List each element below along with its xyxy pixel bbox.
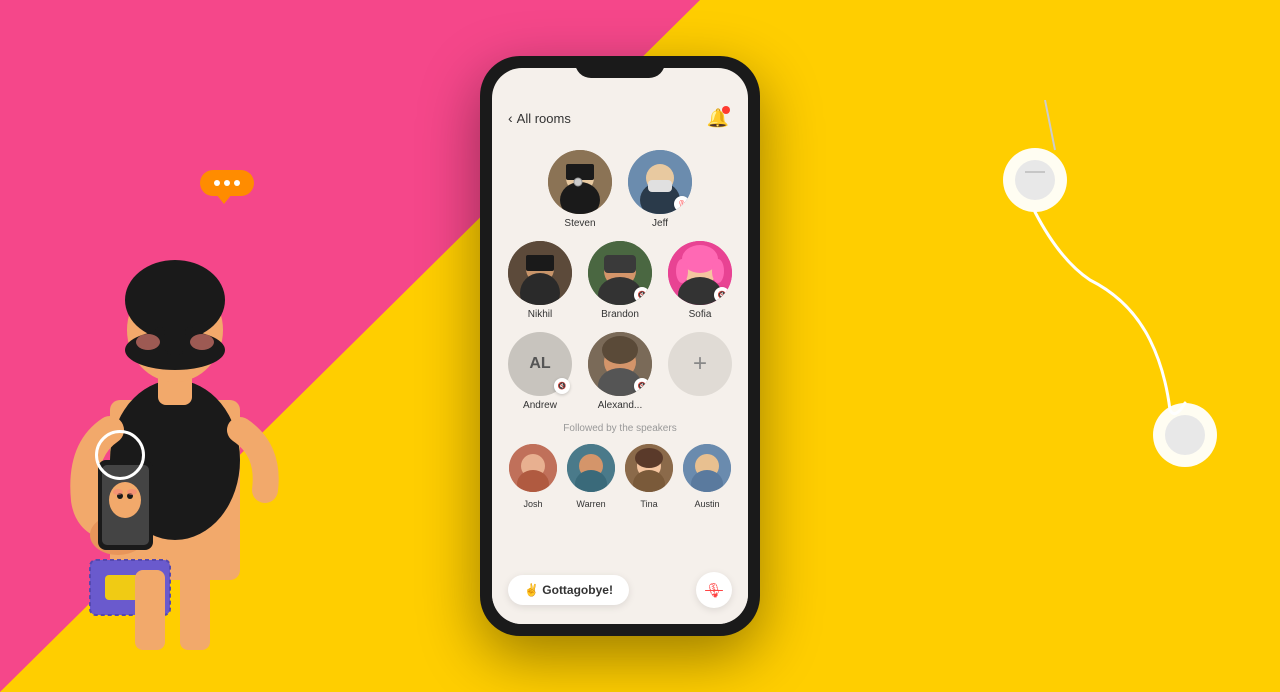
speaker-sofia[interactable]: 🔇 Sofia xyxy=(668,241,732,320)
follower-warren[interactable]: Warren xyxy=(567,444,615,509)
sofia-avatar: 🔇 xyxy=(668,241,732,305)
brandon-mic-badge: 🔇 xyxy=(634,287,650,303)
followers-row: Josh Warren xyxy=(504,444,736,509)
bottom-bar: ✌️ Gottagobye! 🎙 xyxy=(492,564,748,624)
back-button[interactable]: ‹ All rooms xyxy=(508,110,571,126)
josh-avatar xyxy=(509,444,557,492)
brandon-avatar: 🔇 xyxy=(588,241,652,305)
jeff-avatar: 🎙 xyxy=(628,150,692,214)
alex-avatar: 🔇 xyxy=(588,332,652,396)
phone-frame: ‹ All rooms 🔔 xyxy=(480,56,760,636)
andrew-label: Andrew xyxy=(523,400,557,411)
earphone-illustration xyxy=(970,100,1250,500)
back-arrow-icon: ‹ xyxy=(508,110,513,126)
steven-label: Steven xyxy=(564,218,595,229)
phone-notch xyxy=(575,56,665,78)
speaker-jeff[interactable]: 🎙 Jeff xyxy=(628,150,692,229)
austin-label: Austin xyxy=(694,499,719,509)
jeff-mic-badge: 🎙 xyxy=(674,196,690,212)
josh-label: Josh xyxy=(523,499,542,509)
mute-button[interactable]: 🎙 xyxy=(696,572,732,608)
mic-off-icon-brandon: 🔇 xyxy=(638,291,647,299)
app-content: ‹ All rooms 🔔 xyxy=(492,68,748,624)
follower-austin[interactable]: Austin xyxy=(683,444,731,509)
circle-decoration xyxy=(95,430,145,480)
mic-off-icon-sofia: 🔇 xyxy=(718,291,727,299)
speakers-row-2: Nikhil xyxy=(504,241,736,320)
tina-avatar xyxy=(625,444,673,492)
follower-tina[interactable]: Tina xyxy=(625,444,673,509)
nikhil-avatar xyxy=(508,241,572,305)
leave-button[interactable]: ✌️ Gottagobye! xyxy=(508,575,629,605)
add-icon: + xyxy=(668,332,732,396)
speakers-row-1: Steven xyxy=(504,150,736,229)
mic-off-icon-alex: 🔇 xyxy=(638,382,647,390)
followed-label: Followed by the speakers xyxy=(504,423,736,434)
notification-dot xyxy=(722,106,730,114)
brandon-label: Brandon xyxy=(601,309,639,320)
add-speaker-button[interactable]: + + xyxy=(668,332,732,411)
app-header: ‹ All rooms 🔔 xyxy=(492,96,748,142)
speaker-nikhil[interactable]: Nikhil xyxy=(508,241,572,320)
speaker-andrew[interactable]: AL 🔇 Andrew xyxy=(508,332,572,411)
alex-label: Alexand... xyxy=(598,400,642,411)
warren-label: Warren xyxy=(576,499,605,509)
tina-label: Tina xyxy=(640,499,657,509)
andrew-avatar: AL 🔇 xyxy=(508,332,572,396)
andrew-mic-badge: 🔇 xyxy=(554,378,570,394)
warren-avatar xyxy=(567,444,615,492)
follower-josh[interactable]: Josh xyxy=(509,444,557,509)
mic-off-icon: 🎙 xyxy=(677,200,687,209)
person-illustration xyxy=(30,80,350,660)
nikhil-label: Nikhil xyxy=(528,309,552,320)
mic-off-icon-andrew: 🔇 xyxy=(558,382,567,390)
alex-mic-badge: 🔇 xyxy=(634,378,650,394)
andrew-initials: AL xyxy=(529,355,550,373)
austin-avatar xyxy=(683,444,731,492)
speakers-row-3: AL 🔇 Andrew xyxy=(504,332,736,411)
phone-screen: ‹ All rooms 🔔 xyxy=(492,68,748,624)
sofia-label: Sofia xyxy=(689,309,712,320)
mute-icon: 🎙 xyxy=(705,582,723,599)
speaker-alex[interactable]: 🔇 Alexand... xyxy=(588,332,652,411)
back-label: All rooms xyxy=(517,111,571,126)
sofia-mic-badge: 🔇 xyxy=(714,287,730,303)
speaker-steven[interactable]: Steven xyxy=(548,150,612,229)
steven-avatar xyxy=(548,150,612,214)
phone-mockup: ‹ All rooms 🔔 xyxy=(480,56,760,636)
notification-button[interactable]: 🔔 xyxy=(704,104,732,132)
jeff-label: Jeff xyxy=(652,218,668,229)
speakers-grid: Steven xyxy=(492,142,748,564)
speaker-brandon[interactable]: 🔇 Brandon xyxy=(588,241,652,320)
